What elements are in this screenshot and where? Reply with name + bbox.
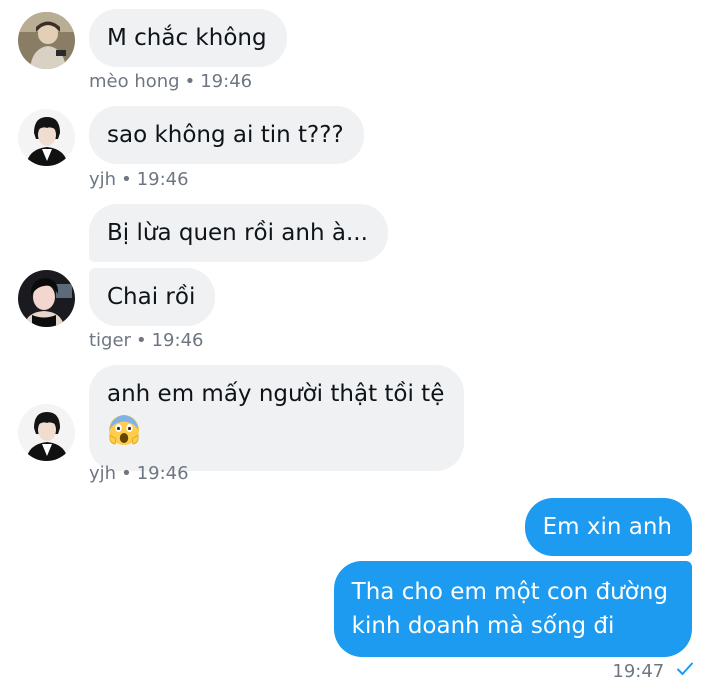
check-icon: [676, 661, 694, 683]
face-screaming-in-fear-icon: [107, 413, 141, 457]
message-meta: tiger • 19:46: [89, 330, 203, 352]
meta-separator: •: [121, 169, 132, 190]
message-time: 19:47: [612, 661, 665, 682]
avatar-yjh[interactable]: [18, 404, 75, 461]
message-text: Em xin anh: [542, 514, 672, 540]
message-time: 19:46: [151, 330, 204, 351]
sender-name[interactable]: yjh: [89, 169, 116, 190]
message-text: M chắc không: [107, 25, 267, 51]
message-time: 19:46: [136, 169, 189, 190]
sender-name[interactable]: yjh: [89, 463, 116, 484]
meta-separator: •: [135, 330, 147, 351]
message-bubble[interactable]: anh em mấy người thật tồi tệ: [89, 365, 465, 471]
message-text-line: Tha cho em một con đường: [351, 579, 668, 605]
message-text: Chai rồi: [107, 284, 196, 310]
message-text: Bị lừa quen rồi anh à...: [107, 220, 368, 246]
sender-name[interactable]: tiger: [89, 330, 131, 351]
message-text-line: kinh doanh mà sống đi: [351, 613, 615, 639]
message-text: sao không ai tin t???: [107, 122, 344, 148]
message-bubble[interactable]: Bị lừa quen rồi anh à...: [89, 204, 388, 262]
outgoing-message-meta: 19:47: [612, 661, 694, 683]
message-bubble[interactable]: M chắc không: [89, 9, 287, 67]
message-text: anh em mấy người thật tồi tệ: [107, 381, 445, 407]
avatar-meo-hong[interactable]: [18, 12, 75, 69]
message-time: 19:46: [200, 71, 253, 92]
message-meta: mèo hong • 19:46: [89, 71, 252, 93]
meta-separator: •: [121, 463, 132, 484]
message-bubble[interactable]: Chai rồi: [89, 268, 216, 326]
outgoing-message-bubble[interactable]: Em xin anh: [524, 498, 692, 556]
avatar-yjh[interactable]: [18, 109, 75, 166]
sender-name[interactable]: mèo hong: [89, 71, 180, 92]
meta-separator: •: [184, 71, 196, 92]
avatar-tiger[interactable]: [18, 270, 75, 327]
message-meta: yjh • 19:46: [89, 463, 189, 485]
outgoing-message-bubble[interactable]: Tha cho em một con đường kinh doanh mà s…: [333, 561, 692, 657]
message-bubble[interactable]: sao không ai tin t???: [89, 106, 364, 164]
message-time: 19:46: [136, 463, 189, 484]
conversation: M chắc không mèo hong • 19:46 sao không ai…: [0, 0, 720, 694]
message-meta: yjh • 19:46: [89, 169, 189, 191]
